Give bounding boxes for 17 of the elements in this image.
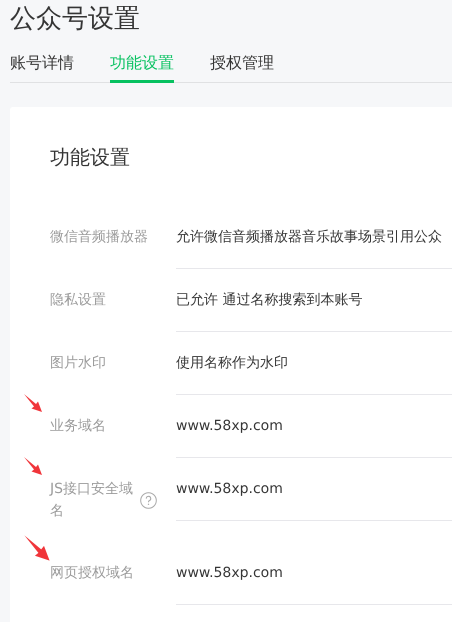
setting-value: 允许微信音频播放器音乐故事场景引用公众 bbox=[176, 206, 452, 269]
tab[interactable]: 授权管理 bbox=[210, 52, 274, 83]
setting-value: 已允许 通过名称搜索到本账号 bbox=[176, 269, 452, 332]
setting-label: 微信音频播放器 bbox=[50, 228, 148, 247]
setting-value: www.58xp.com bbox=[176, 542, 452, 605]
setting-value: www.58xp.com bbox=[176, 458, 452, 521]
page-title: 公众号设置 bbox=[10, 3, 140, 36]
setting-value: www.58xp.com bbox=[176, 395, 452, 458]
setting-label: 网页授权域名 bbox=[50, 564, 134, 583]
help-icon[interactable] bbox=[140, 492, 157, 508]
setting-value: 使用名称作为水印 bbox=[176, 332, 452, 395]
setting-label: 图片水印 bbox=[50, 354, 106, 373]
card-title: 功能设置 bbox=[50, 144, 130, 171]
tab[interactable]: 账号详情 bbox=[10, 52, 74, 83]
setting-label: JS接口安全域名 bbox=[50, 480, 134, 521]
setting-label: 隐私设置 bbox=[50, 291, 106, 310]
setting-label: 业务域名 bbox=[50, 417, 106, 436]
